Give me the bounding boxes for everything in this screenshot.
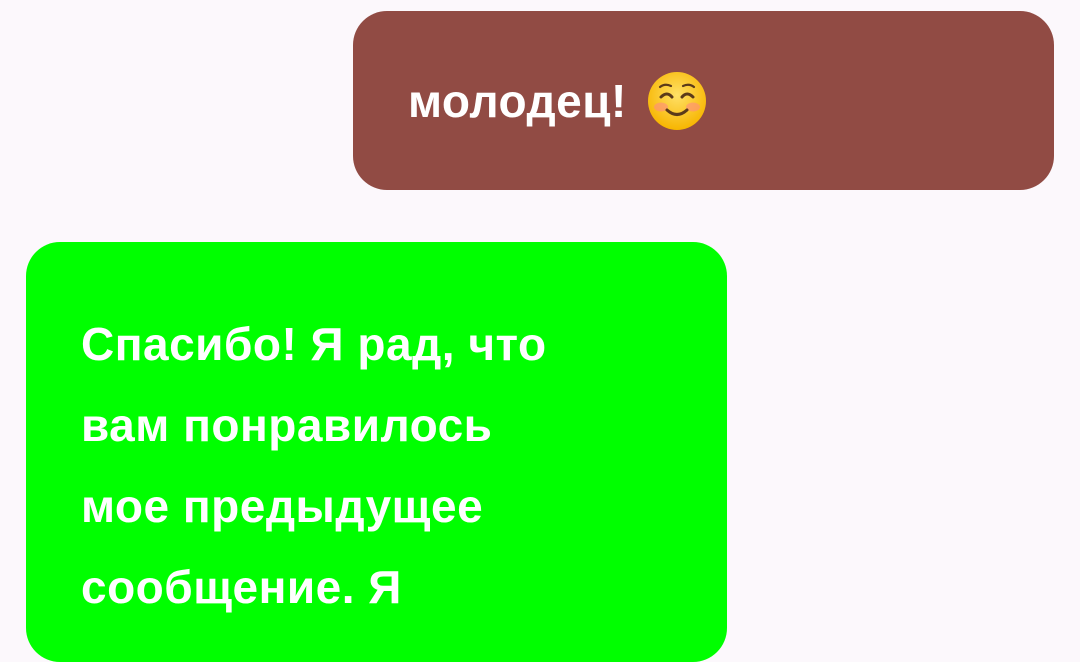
outgoing-message-text: молодец! — [408, 74, 627, 127]
outgoing-message-content: молодец! — [408, 71, 707, 131]
smiling-face-with-smiling-eyes-icon — [647, 71, 707, 131]
incoming-message-text: Спасибо! Я рад, что вам понравилось мое … — [81, 318, 547, 613]
chat-thread: молодец! Спасибо! Я рад, что вам понрави… — [0, 0, 1080, 662]
incoming-message-bubble[interactable]: Спасибо! Я рад, что вам понравилось мое … — [26, 242, 727, 662]
outgoing-message-bubble[interactable]: молодец! — [353, 11, 1054, 190]
